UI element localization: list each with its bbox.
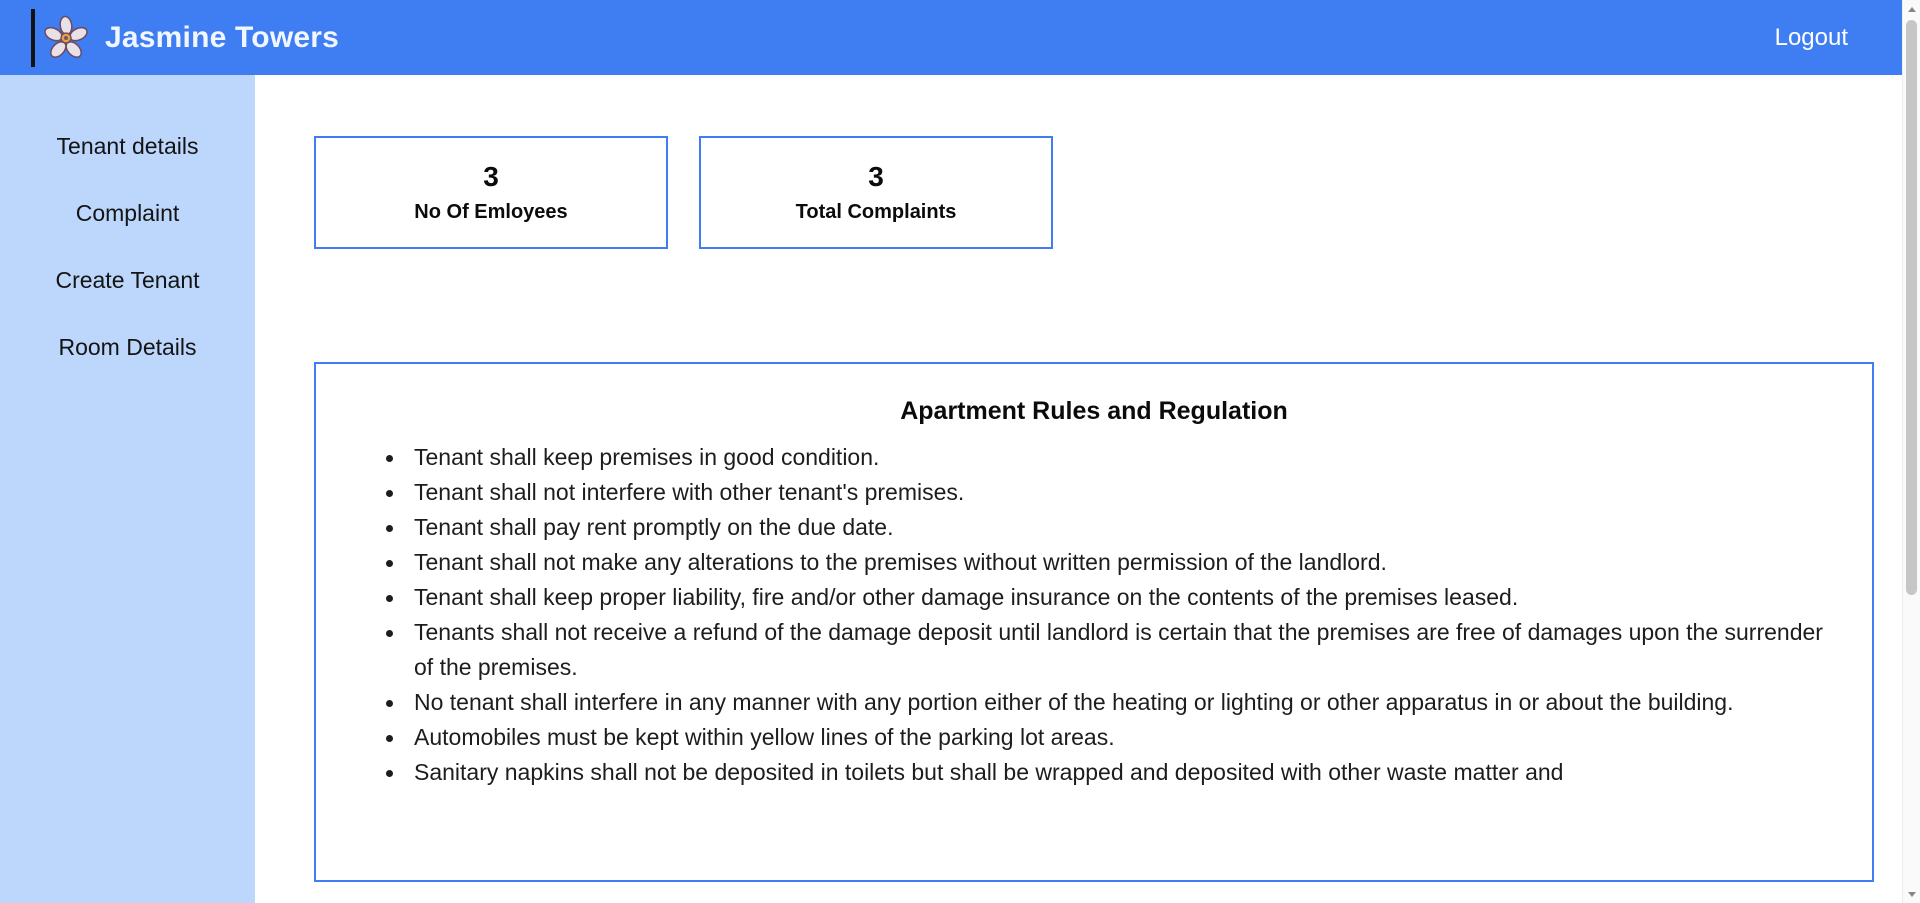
- list-item: Tenants shall not receive a refund of th…: [386, 615, 1842, 685]
- rules-list: Tenant shall keep premises in good condi…: [316, 440, 1872, 790]
- brand: Jasmine Towers: [31, 8, 339, 68]
- list-item: Tenant shall not make any alterations to…: [386, 545, 1842, 580]
- stat-label: Total Complaints: [795, 201, 957, 224]
- app-header: Jasmine Towers Logout: [0, 0, 1902, 75]
- list-item: Tenant shall pay rent promptly on the du…: [386, 510, 1842, 545]
- rules-title: Apartment Rules and Regulation: [900, 397, 1288, 425]
- list-item: Sanitary napkins shall not be deposited …: [386, 755, 1842, 790]
- jasmine-flower-icon: [43, 15, 89, 61]
- scrollbar-up-button[interactable]: [1903, 0, 1920, 18]
- app-window: Jasmine Towers Logout Tenant details Com…: [0, 0, 1920, 903]
- page-scroll-area: Jasmine Towers Logout Tenant details Com…: [0, 0, 1902, 903]
- scrollbar-thumb[interactable]: [1906, 20, 1917, 595]
- list-item: Automobiles must be kept within yellow l…: [386, 720, 1842, 755]
- stats-row: 3 No Of Emloyees 3 Total Complaints: [255, 75, 1902, 249]
- stat-card-complaints[interactable]: 3 Total Complaints: [699, 136, 1053, 249]
- list-item: No tenant shall interfere in any manner …: [386, 685, 1842, 720]
- list-item: Tenant shall not interfere with other te…: [386, 475, 1842, 510]
- sidebar-item-create-tenant[interactable]: Create Tenant: [0, 265, 255, 296]
- stat-value: 3: [868, 160, 884, 192]
- stat-label: No Of Emloyees: [414, 201, 568, 224]
- stat-value: 3: [483, 160, 499, 192]
- stat-card-employees[interactable]: 3 No Of Emloyees: [314, 136, 668, 249]
- page-scrollbar[interactable]: [1902, 0, 1920, 903]
- chevron-down-icon: [1907, 891, 1916, 897]
- chevron-up-icon: [1907, 6, 1916, 12]
- list-item: Tenant shall keep premises in good condi…: [386, 440, 1842, 475]
- sidebar-item-tenant-details[interactable]: Tenant details: [0, 131, 255, 162]
- brand-divider: [31, 8, 35, 67]
- app-title: Jasmine Towers: [105, 20, 340, 54]
- sidebar-item-complaint[interactable]: Complaint: [0, 198, 255, 229]
- logout-button[interactable]: Logout: [1775, 24, 1848, 52]
- main-content: 3 No Of Emloyees 3 Total Complaints Apar…: [255, 75, 1902, 903]
- sidebar: Tenant details Complaint Create Tenant R…: [0, 75, 255, 903]
- apartment-rules-panel: Apartment Rules and Regulation Tenant sh…: [314, 362, 1874, 882]
- sidebar-item-room-details[interactable]: Room Details: [0, 332, 255, 363]
- list-item: Tenant shall keep proper liability, fire…: [386, 580, 1842, 615]
- scrollbar-down-button[interactable]: [1903, 885, 1920, 903]
